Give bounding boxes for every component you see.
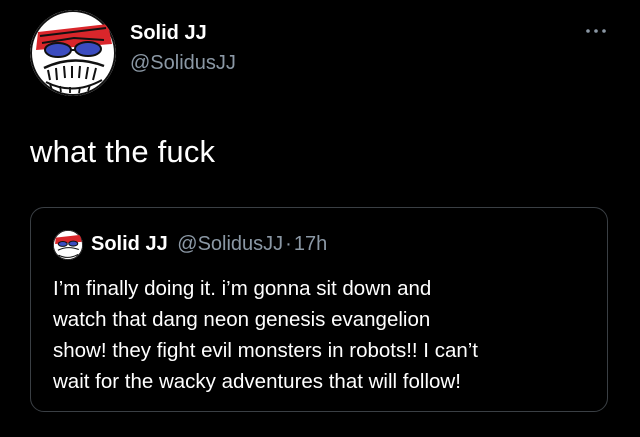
author-handle[interactable]: @SolidusJJ (130, 52, 236, 75)
author-display-name[interactable]: Solid JJ (130, 22, 207, 45)
quoted-tweet-text-line: show! they fight evil monsters in robots… (53, 339, 478, 362)
quoted-tweet-avatar[interactable] (53, 230, 83, 260)
quoted-avatar-drawing (53, 230, 83, 260)
more-horizontal-icon[interactable] (584, 26, 608, 36)
quoted-author-handle[interactable]: @SolidusJJ (177, 233, 283, 255)
quoted-tweet-text-line: I’m finally doing it. i’m gonna sit down… (53, 277, 432, 300)
quoted-tweet-card[interactable]: Solid JJ @SolidusJJ · 17h I’m finally doin… (30, 207, 608, 412)
quoted-tweet-text-line: wait for the wacky adventures that will … (53, 370, 461, 393)
separator-dot: · (285, 233, 292, 255)
quoted-author-display-name[interactable]: Solid JJ (91, 233, 168, 255)
quoted-tweet-text-line: watch that dang neon genesis evangelion (53, 308, 431, 331)
quoted-tweet-timestamp[interactable]: 17h (294, 233, 327, 255)
tweet: Solid JJ @SolidusJJ what the fuck Solid … (0, 0, 640, 437)
avatar[interactable] (30, 10, 116, 96)
quoted-tweet-text: I’m finally doing it. i’m gonna sit down… (53, 273, 593, 397)
quoted-tweet-header: Solid JJ @SolidusJJ · 17h (91, 233, 327, 256)
avatar-drawing (30, 10, 116, 96)
tweet-text: what the fuck (30, 134, 216, 169)
